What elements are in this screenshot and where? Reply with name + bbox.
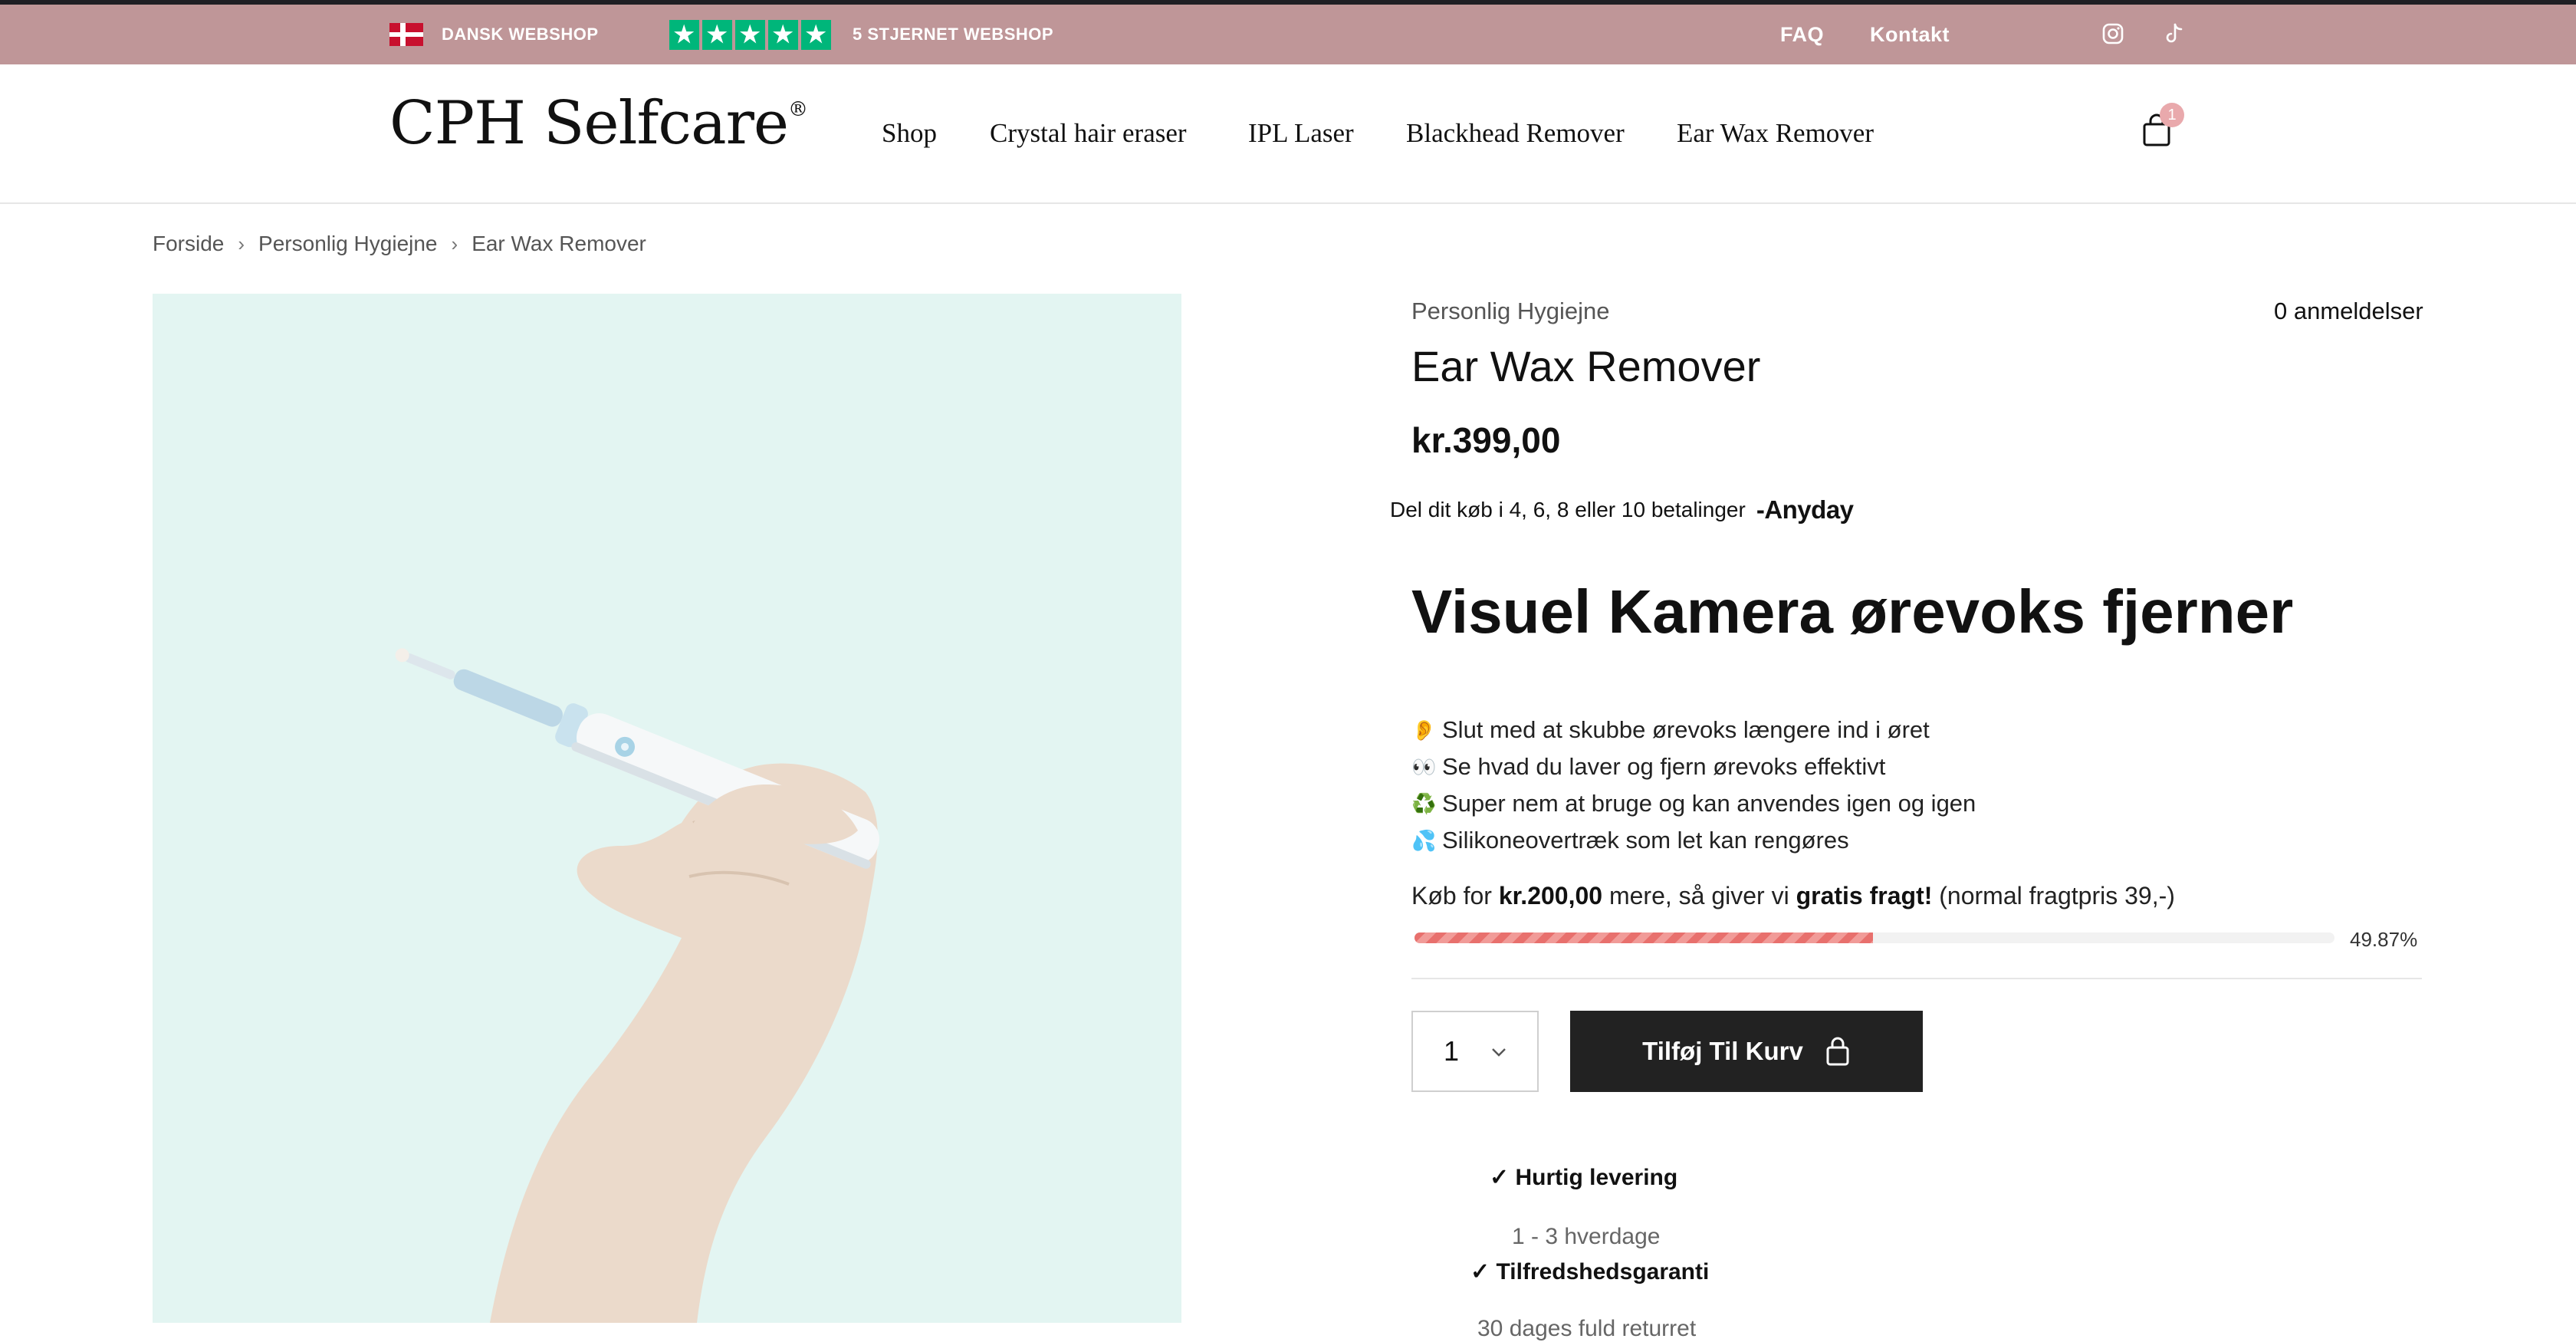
- installments-text: Del dit køb i 4, 6, 8 eller 10 betalinge…: [1390, 498, 1746, 521]
- product-category[interactable]: Personlig Hygiejne: [1411, 298, 1609, 325]
- progress-percent: 49.87%: [2350, 928, 2418, 951]
- breadcrumb-current: Ear Wax Remover: [472, 232, 646, 255]
- free-shipping-message: Køb for kr.200,00 mere, så giver vi grat…: [1411, 882, 2175, 910]
- anyday-logo: -Anyday: [1756, 495, 1854, 524]
- tiktok-icon[interactable]: [2162, 21, 2187, 46]
- lock-bag-icon: [1826, 1037, 1849, 1066]
- benefit-title: Tilfredshedsgaranti: [1496, 1259, 1710, 1284]
- progress-fill: [1414, 932, 1874, 943]
- benefit-satisfaction-guarantee-sub: 30 dages fuld returret: [1477, 1316, 1697, 1341]
- add-to-cart-label: Tilføj Til Kurv: [1642, 1037, 1803, 1065]
- feature-text: Se hvad du laver og fjern ørevoks effekt…: [1442, 753, 1886, 780]
- logo-text: CPH Selfcare: [389, 89, 789, 158]
- breadcrumb: Forside › Personlig Hygiejne › Ear Wax R…: [153, 232, 646, 256]
- product-headline: Visuel Kamera ørevoks fjerner: [1411, 577, 2294, 646]
- quantity-select[interactable]: 1: [1411, 1011, 1539, 1092]
- ear-wax-remover-illustration: [395, 648, 879, 1323]
- benefit-satisfaction-guarantee: ✓ Tilfredshedsgaranti: [1470, 1259, 1710, 1284]
- announcement-bar: DANSK WEBSHOP ★ ★ ★ ★ ★ 5 STJERNET WEBSHOP F…: [0, 5, 2576, 64]
- list-item: 👀 Se hvad du laver og fjern ørevoks effek…: [1411, 748, 1976, 785]
- feature-text: Slut med at skubbe ørevoks længere ind i…: [1442, 716, 1930, 743]
- product-price: kr.399,00: [1411, 420, 1561, 460]
- list-item: 💦 Silikoneovertræk som let kan rengøres: [1411, 822, 1976, 859]
- registered-mark: ®: [788, 98, 808, 121]
- chevron-down-icon: [1492, 1048, 1506, 1057]
- product-title: Ear Wax Remover: [1411, 342, 1761, 390]
- anyday-brand: Anyday: [1764, 495, 1854, 524]
- feature-text: Silikoneovertræk som let kan rengøres: [1442, 827, 1849, 854]
- benefit-title: Hurtig levering: [1515, 1165, 1678, 1190]
- shipping-post: (normal fragtpris 39,-): [1932, 882, 2175, 909]
- rating-stars-icon: ★ ★ ★ ★ ★: [669, 19, 831, 50]
- shipping-free: gratis fragt!: [1796, 882, 1933, 909]
- danish-webshop-label: DANSK WEBSHOP: [442, 25, 599, 44]
- divider: [1411, 978, 2422, 979]
- instagram-icon[interactable]: [2101, 21, 2125, 46]
- benefit-fast-delivery: ✓ Hurtig levering: [1490, 1165, 1678, 1190]
- rating-label: 5 STJERNET WEBSHOP: [853, 25, 1054, 44]
- trustpilot-rating[interactable]: ★ ★ ★ ★ ★ 5 STJERNET WEBSHOP: [669, 5, 1053, 64]
- nav-shop[interactable]: Shop: [882, 118, 937, 149]
- chevron-right-icon: ›: [451, 232, 458, 255]
- nav-ipl-laser[interactable]: IPL Laser: [1248, 118, 1354, 149]
- cart-count-badge: 1: [2160, 103, 2184, 127]
- droplets-icon: 💦: [1411, 829, 1437, 852]
- quantity-value: 1: [1444, 1035, 1460, 1067]
- review-count[interactable]: 0 anmeldelser: [2274, 298, 2423, 325]
- danish-flag-icon: [389, 23, 423, 46]
- shipping-amount: kr.200,00: [1498, 882, 1603, 909]
- nav-crystal-hair-eraser[interactable]: Crystal hair eraser: [990, 118, 1187, 149]
- recycle-icon: ♻️: [1411, 792, 1437, 815]
- breadcrumb-home[interactable]: Forside: [153, 232, 224, 256]
- list-item: 👂 Slut med at skubbe ørevoks længere ind …: [1411, 712, 1976, 748]
- feature-text: Super nem at bruge og kan anvendes igen …: [1442, 790, 1976, 817]
- shipping-pre: Køb for: [1411, 882, 1499, 909]
- chevron-right-icon: ›: [238, 232, 245, 255]
- eyes-icon: 👀: [1411, 755, 1437, 778]
- list-item: ♻️ Super nem at bruge og kan anvendes ige…: [1411, 785, 1976, 822]
- contact-link[interactable]: Kontakt: [1870, 5, 1950, 64]
- ear-icon: 👂: [1411, 719, 1437, 742]
- site-header: CPH Selfcare® Shop Crystal hair eraser I…: [0, 64, 2576, 204]
- breadcrumb-category[interactable]: Personlig Hygiejne: [258, 232, 437, 256]
- feature-list: 👂 Slut med at skubbe ørevoks længere ind …: [1411, 712, 1976, 859]
- product-image[interactable]: [153, 294, 1181, 1323]
- faq-link[interactable]: FAQ: [1780, 5, 1824, 64]
- installments-info[interactable]: Del dit køb i 4, 6, 8 eller 10 betalinge…: [1390, 495, 1854, 525]
- nav-blackhead-remover[interactable]: Blackhead Remover: [1406, 118, 1625, 149]
- free-shipping-progress-bar: [1414, 932, 2334, 943]
- benefit-fast-delivery-sub: 1 - 3 hverdage: [1512, 1224, 1661, 1249]
- danish-webshop-badge: DANSK WEBSHOP: [389, 5, 599, 64]
- shipping-mid: mere, så giver vi: [1602, 882, 1796, 909]
- nav-ear-wax-remover[interactable]: Ear Wax Remover: [1677, 118, 1874, 149]
- site-logo[interactable]: CPH Selfcare®: [389, 89, 808, 158]
- add-to-cart-button[interactable]: Tilføj Til Kurv: [1570, 1011, 1923, 1092]
